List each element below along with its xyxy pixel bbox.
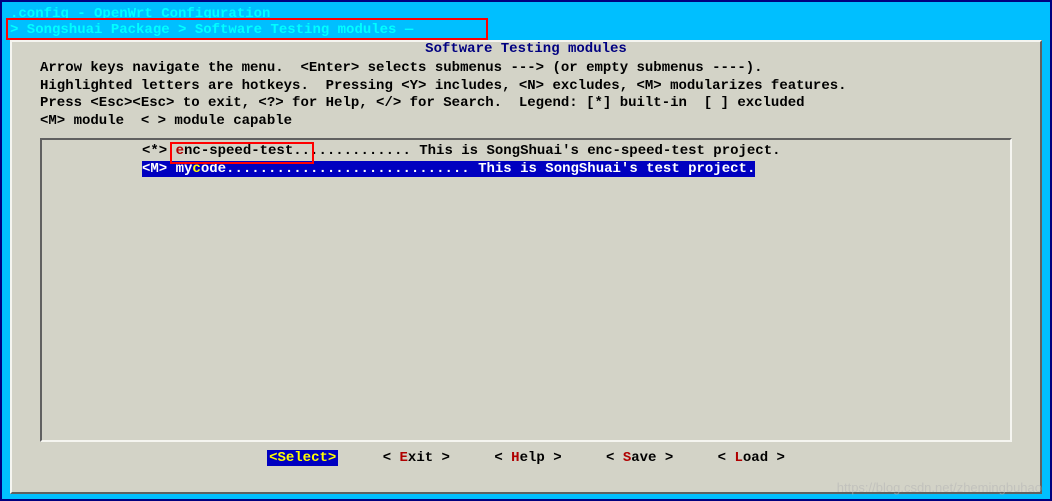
instructions: Arrow keys navigate the menu. <Enter> se… bbox=[12, 58, 1040, 132]
select-button[interactable]: <Select> bbox=[267, 450, 338, 466]
save-button[interactable]: < Save > bbox=[606, 450, 673, 466]
main-panel: Software Testing modules Arrow keys navi… bbox=[10, 40, 1042, 494]
menu-item-mycode[interactable]: <M> mycode............................. … bbox=[42, 160, 1010, 178]
panel-title: Software Testing modules bbox=[12, 41, 1040, 57]
button-bar: <Select> < Exit > < Help > < Save > < Lo… bbox=[12, 450, 1040, 466]
help-button[interactable]: < Help > bbox=[494, 450, 561, 466]
menu-list[interactable]: <*> enc-speed-test.............. This is… bbox=[40, 138, 1012, 442]
exit-button[interactable]: < Exit > bbox=[383, 450, 450, 466]
breadcrumb: > Songshuai Package > Software Testing m… bbox=[6, 22, 1046, 38]
menu-item-enc-speed-test[interactable]: <*> enc-speed-test.............. This is… bbox=[42, 142, 1010, 160]
watermark: https://blog.csdn.net/zhemingbuhao bbox=[837, 480, 1042, 495]
load-button[interactable]: < Load > bbox=[718, 450, 785, 466]
window-title: .config - OpenWrt Configuration bbox=[6, 6, 1046, 22]
